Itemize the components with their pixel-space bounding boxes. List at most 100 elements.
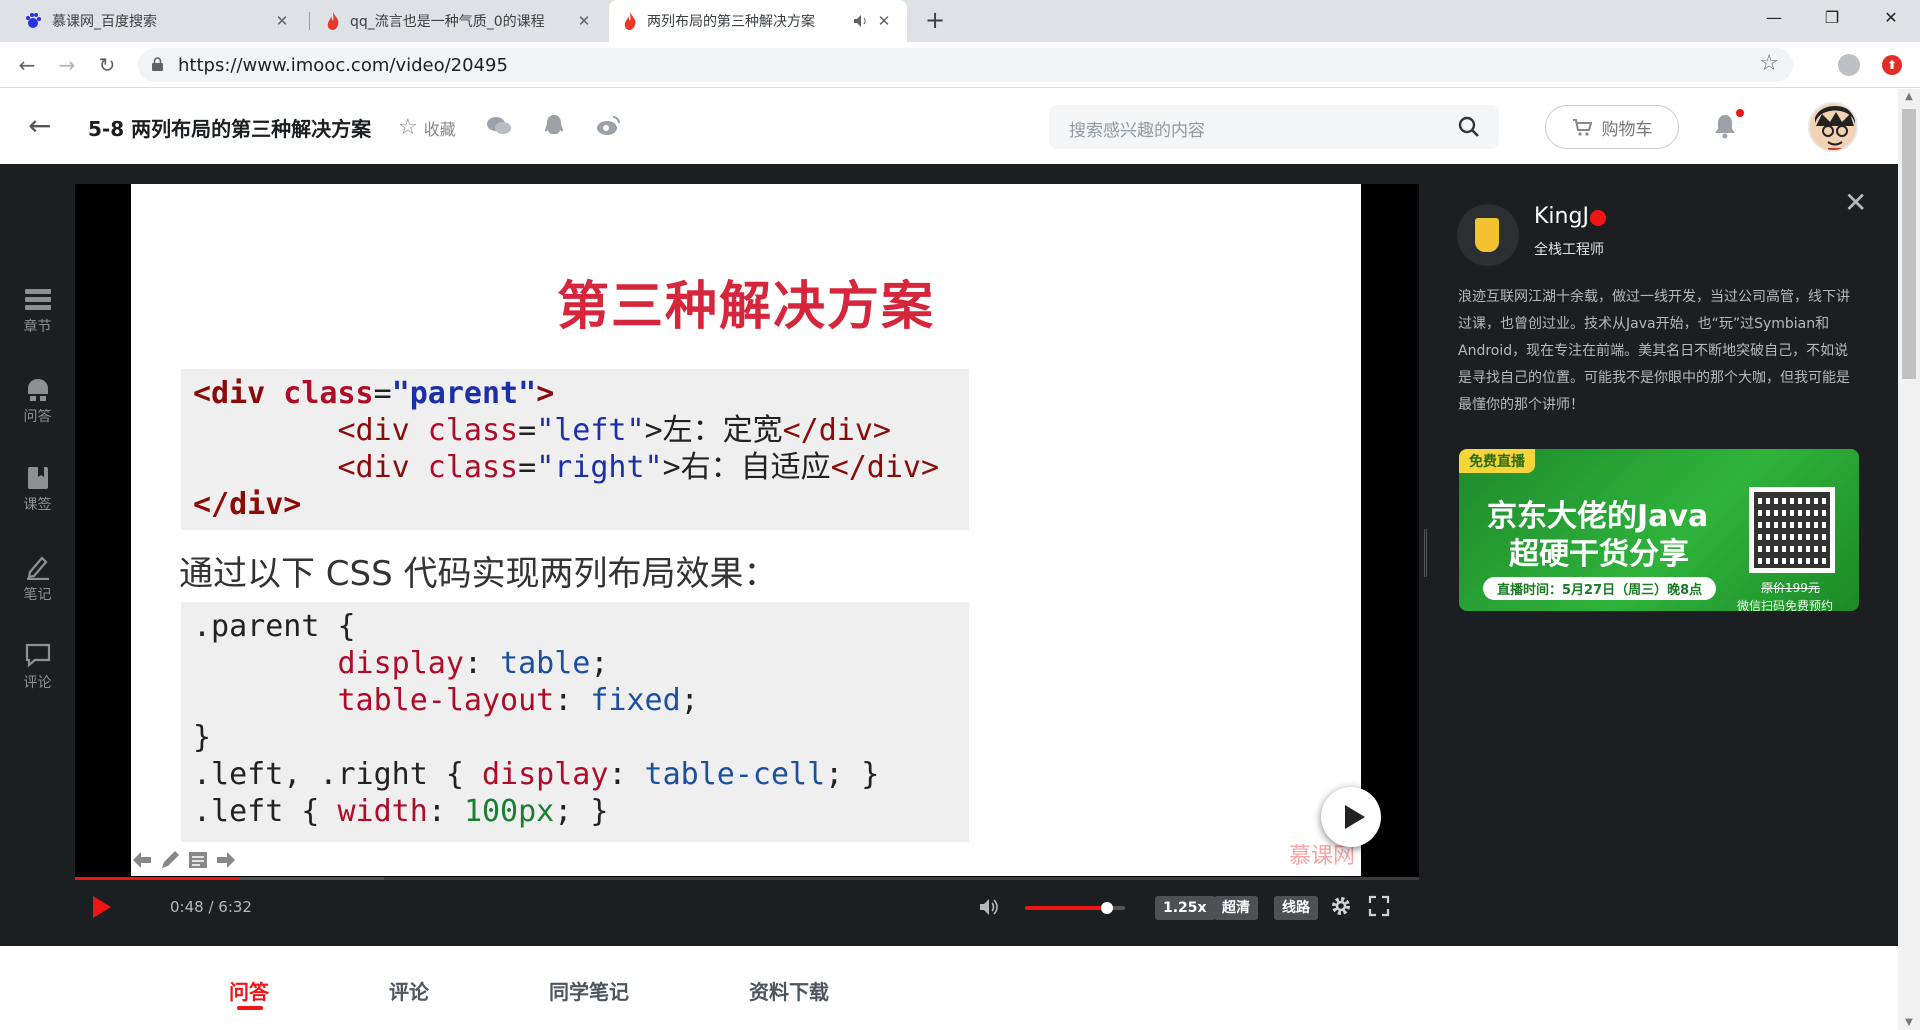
favorite-button[interactable]: ☆ 收藏: [398, 115, 456, 140]
close-icon[interactable]: ✕: [575, 12, 593, 30]
reload-button[interactable]: ↻: [92, 50, 122, 80]
tab-title: qq_流言也是一种气质_0的课程: [350, 14, 545, 30]
pencil-icon[interactable]: [159, 849, 181, 871]
note-pen-icon: [26, 556, 49, 580]
close-icon[interactable]: ✕: [1844, 186, 1867, 219]
minimize-button[interactable]: —: [1745, 0, 1803, 38]
tab-comments[interactable]: 评论: [389, 976, 429, 1005]
video-player[interactable]: 第三种解决方案 <div class="parent"> <div class=…: [75, 184, 1419, 878]
tab-divider: [309, 12, 310, 30]
favorite-label: 收藏: [423, 119, 456, 139]
tab-qa[interactable]: 问答: [229, 976, 269, 1005]
maximize-button[interactable]: ❐: [1803, 0, 1861, 38]
code-line: table-layout: fixed;: [193, 683, 699, 718]
new-tab-button[interactable]: +: [920, 6, 950, 36]
promo-subheadline: 超硬干货分享: [1509, 537, 1689, 572]
rail-label: 评论: [23, 675, 52, 691]
teacher-role: 全栈工程师: [1534, 242, 1604, 258]
cart-icon: [1572, 119, 1592, 136]
comment-icon: [25, 643, 50, 668]
rail-label: 笔记: [23, 587, 52, 603]
settings-gear-icon[interactable]: [1330, 895, 1352, 917]
back-button[interactable]: ←: [12, 50, 42, 80]
bookmark-star-icon[interactable]: ☆: [1759, 51, 1779, 76]
volume-slider[interactable]: [1025, 902, 1125, 914]
baidu-icon: [26, 13, 41, 28]
video-section: 章节 问答 课签 笔记 评论 第三种解决方案 <div class="paren…: [0, 164, 1898, 946]
search-icon[interactable]: [1457, 115, 1481, 139]
fullscreen-icon[interactable]: [1368, 895, 1390, 917]
annotation-toolbar: [131, 849, 237, 871]
panel-splitter[interactable]: [1424, 529, 1427, 577]
tab-downloads[interactable]: 资料下载: [749, 976, 829, 1005]
rail-label: 课签: [23, 497, 52, 513]
notes-icon[interactable]: [187, 849, 209, 871]
code-line: </div>: [193, 487, 302, 522]
tab-current-video[interactable]: 两列布局的第三种解决方案 ✕: [609, 0, 907, 42]
line-button[interactable]: 线路: [1274, 896, 1318, 920]
rail-item-notes[interactable]: 笔记: [0, 554, 75, 604]
scroll-down-icon[interactable]: ▼: [1898, 1017, 1920, 1028]
tab-student-notes[interactable]: 同学笔记: [549, 976, 629, 1005]
volume-icon[interactable]: [978, 896, 1000, 918]
wechat-icon[interactable]: [486, 113, 512, 139]
cart-button[interactable]: 购物车: [1545, 105, 1679, 149]
bookmark-icon: [27, 467, 48, 489]
rail-item-bookmark[interactable]: 课签: [0, 466, 75, 514]
address-bar[interactable]: https://www.imooc.com/video/20495 ☆: [138, 48, 1793, 82]
tab-title: 慕课网_百度搜索: [52, 14, 157, 30]
rail-item-comments[interactable]: 评论: [0, 642, 75, 692]
avatar[interactable]: [1808, 102, 1858, 152]
code-line: <div class="right">右：自适应</div>: [193, 450, 940, 485]
bell-icon[interactable]: [1714, 113, 1736, 139]
qq-icon[interactable]: [541, 113, 567, 139]
rail-label: 章节: [23, 319, 52, 335]
window-close-button[interactable]: ✕: [1862, 0, 1920, 38]
speaker-icon[interactable]: [853, 14, 869, 28]
imooc-flame-icon: [624, 12, 636, 30]
extension-icon[interactable]: ⬆: [1882, 55, 1902, 75]
browser-toolbar: ← → ↻ https://www.imooc.com/video/20495 …: [0, 42, 1920, 88]
code-line: .left { width: 100px; }: [193, 794, 609, 829]
code-line: .parent {: [193, 609, 356, 644]
volume-level: [1025, 906, 1107, 910]
notification-dot: [1736, 109, 1744, 117]
back-arrow-icon[interactable]: ←: [28, 109, 51, 142]
tab-courses[interactable]: qq_流言也是一种气质_0的课程 ✕: [312, 0, 607, 42]
code-line: }: [193, 720, 212, 755]
page-title: 5-8 两列布局的第三种解决方案: [88, 117, 372, 141]
slide-title: 第三种解决方案: [556, 277, 935, 337]
profile-icon[interactable]: [1838, 54, 1860, 76]
teacher-bio: 浪迹互联网江湖十余载，做过一线开发，当过公司高管，线下讲过课，也曾创过业。技术从…: [1458, 289, 1850, 413]
close-icon[interactable]: ✕: [875, 12, 893, 30]
rail-item-chapter[interactable]: 章节: [0, 288, 75, 336]
lock-icon: [152, 57, 163, 71]
player-controls: 0:48 / 6:32 1.25x 超清 线路: [75, 880, 1419, 936]
arrow-right-icon[interactable]: [215, 849, 237, 871]
teacher-avatar[interactable]: [1457, 204, 1519, 266]
arrow-left-icon[interactable]: [131, 849, 153, 871]
tab-title: 两列布局的第三种解决方案: [647, 14, 815, 30]
quality-button[interactable]: 超清: [1214, 896, 1258, 920]
rail-item-qa[interactable]: 问答: [0, 378, 75, 426]
play-icon[interactable]: [93, 896, 111, 918]
search-input[interactable]: 搜索感兴趣的内容: [1049, 105, 1499, 149]
teacher-name[interactable]: KingJ: [1534, 204, 1589, 229]
tab-baidu[interactable]: 慕课网_百度搜索 ✕: [10, 0, 305, 42]
volume-knob[interactable]: [1101, 902, 1113, 914]
rail-label: 问答: [23, 409, 52, 425]
scroll-thumb[interactable]: [1902, 109, 1916, 379]
weibo-icon[interactable]: [596, 113, 622, 139]
page-scrollbar[interactable]: ▲ ▼: [1898, 89, 1920, 1030]
scroll-up-icon[interactable]: ▲: [1898, 91, 1920, 102]
close-icon[interactable]: ✕: [273, 12, 291, 30]
avatar-image: [1810, 104, 1856, 150]
code-line: <div class="left">左：定宽</div>: [193, 413, 891, 448]
promo-banner[interactable]: 免费直播 京东大佬的Java 超硬干货分享 直播时间：5月27日（周三）晚8点 …: [1459, 449, 1859, 611]
big-play-button[interactable]: [1321, 787, 1381, 847]
verified-badge-icon: [1590, 210, 1606, 226]
left-rail: 章节 问答 课签 笔记 评论: [0, 164, 75, 946]
content-tabs: 问答 评论 同学笔记 资料下载: [0, 946, 1898, 1030]
forward-button[interactable]: →: [52, 50, 82, 80]
speed-button[interactable]: 1.25x: [1155, 896, 1215, 920]
